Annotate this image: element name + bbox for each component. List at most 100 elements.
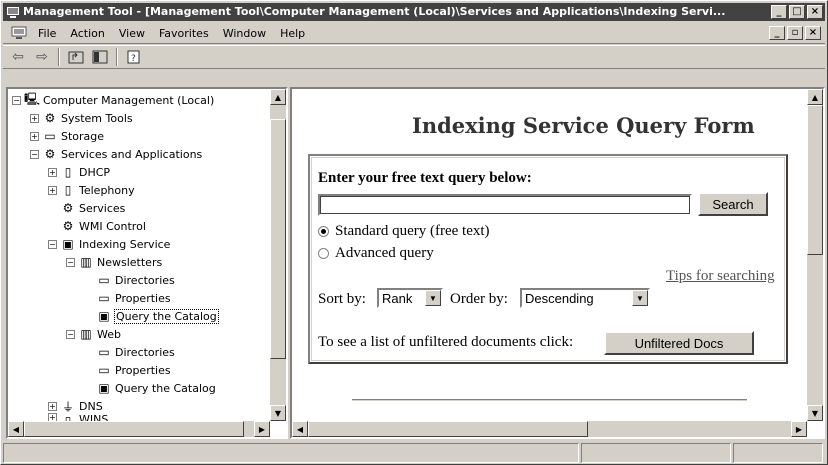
dropdown-arrow-icon[interactable]: ▼ bbox=[632, 290, 648, 306]
radio-selected-icon[interactable] bbox=[318, 226, 329, 237]
tree-item-label: System Tools bbox=[61, 111, 133, 125]
search-button[interactable]: Search bbox=[698, 192, 768, 216]
scroll-thumb[interactable] bbox=[270, 119, 286, 359]
help-button[interactable]: ? bbox=[123, 47, 145, 67]
tree-item-label: Directories bbox=[115, 273, 175, 287]
child-restore-button[interactable]: ▫ bbox=[787, 26, 803, 40]
app-icon bbox=[7, 7, 19, 18]
unfiltered-docs-button[interactable]: Unfiltered Docs bbox=[604, 331, 754, 355]
expand-icon[interactable]: + bbox=[30, 113, 39, 123]
tree-item[interactable]: + ⚙ System Tools bbox=[30, 109, 133, 127]
query-input[interactable] bbox=[318, 194, 692, 216]
tree-item[interactable]: − ▥ Web bbox=[66, 325, 121, 343]
tree-item[interactable]: ⚙ WMI Control bbox=[60, 217, 146, 235]
menu-file[interactable]: File bbox=[31, 27, 63, 40]
gears-icon: ⚙ bbox=[62, 201, 74, 215]
menu-action[interactable]: Action bbox=[63, 27, 111, 40]
expand-icon[interactable]: + bbox=[30, 131, 39, 141]
sort-by-label: Sort by: bbox=[318, 291, 366, 307]
tree-item[interactable]: − ▥ Newsletters bbox=[66, 253, 162, 271]
sort-by-select[interactable]: Rank ▼ bbox=[377, 288, 443, 308]
child-close-button[interactable]: × bbox=[805, 26, 821, 40]
radio-unselected-icon[interactable] bbox=[318, 248, 329, 259]
collapse-icon[interactable]: − bbox=[66, 257, 75, 267]
network-icon: ⏚ bbox=[61, 399, 74, 414]
results-horizontal-scrollbar[interactable]: ◀ ▶ bbox=[292, 421, 807, 437]
tree-item-label: Web bbox=[97, 327, 121, 341]
computer-icon: 🖳 bbox=[24, 91, 41, 106]
menu-help[interactable]: Help bbox=[273, 27, 312, 40]
expand-icon[interactable]: + bbox=[48, 167, 57, 177]
standard-query-radio[interactable]: Standard query (free text) bbox=[318, 223, 490, 240]
tree-item[interactable]: ▭ Properties bbox=[96, 289, 170, 307]
console-tree-pane[interactable]: − 🖳 Computer Management (Local) + ⚙ Syst… bbox=[6, 87, 288, 439]
advanced-query-radio[interactable]: Advanced query bbox=[318, 245, 434, 262]
up-one-level-button[interactable] bbox=[65, 47, 87, 67]
tree-item-label: Query the Catalog bbox=[115, 381, 216, 395]
tree-item[interactable]: + ▯ Telephony bbox=[48, 181, 135, 199]
title-bar[interactable]: Management Tool - [Management Tool\Compu… bbox=[3, 3, 825, 21]
tips-for-searching-link[interactable]: Tips for searching bbox=[666, 268, 775, 285]
folder-icon: ▭ bbox=[98, 363, 110, 377]
order-by-select[interactable]: Descending ▼ bbox=[520, 288, 650, 308]
tree-item[interactable]: − ▣ Indexing Service bbox=[48, 235, 170, 253]
tree-item-label: WINS bbox=[79, 413, 109, 421]
scroll-thumb[interactable] bbox=[24, 421, 244, 437]
status-bar bbox=[3, 443, 825, 463]
expand-icon[interactable]: + bbox=[48, 413, 57, 421]
scroll-thumb[interactable] bbox=[807, 105, 823, 255]
status-panel bbox=[733, 443, 823, 463]
show-hide-tree-button[interactable] bbox=[89, 47, 111, 67]
collapse-icon[interactable]: − bbox=[12, 95, 21, 105]
tree-item[interactable]: − ⚙ Services and Applications bbox=[30, 145, 202, 163]
horizontal-rule bbox=[352, 399, 747, 401]
tree-item[interactable]: ▣ Query the Catalog bbox=[96, 379, 216, 397]
minimize-button[interactable]: _ bbox=[771, 5, 787, 19]
tree-item[interactable]: ▭ Directories bbox=[96, 271, 175, 289]
menu-view[interactable]: View bbox=[112, 27, 152, 40]
scroll-down-arrow-icon[interactable]: ▼ bbox=[270, 405, 286, 421]
scroll-left-arrow-icon[interactable]: ◀ bbox=[292, 421, 308, 437]
tree-item[interactable]: ▭ Directories bbox=[96, 343, 175, 361]
tree-item[interactable]: + ▯ WINS bbox=[48, 413, 108, 421]
back-button[interactable]: ⇦ bbox=[7, 47, 29, 67]
scroll-right-arrow-icon[interactable]: ▶ bbox=[791, 421, 807, 437]
collapse-icon[interactable]: − bbox=[30, 149, 39, 159]
expand-icon[interactable]: + bbox=[48, 185, 57, 195]
console-icon[interactable] bbox=[11, 25, 27, 41]
tree-item-label: Services and Applications bbox=[61, 147, 203, 161]
tree-item[interactable]: + ▯ DHCP bbox=[48, 163, 110, 181]
forward-button[interactable]: ⇨ bbox=[31, 47, 53, 67]
menu-favorites[interactable]: Favorites bbox=[152, 27, 216, 40]
query-form: Enter your free text query below: Search… bbox=[308, 154, 788, 364]
menu-window[interactable]: Window bbox=[216, 27, 273, 40]
results-vertical-scrollbar[interactable]: ▲ ▼ bbox=[807, 89, 823, 421]
scroll-up-arrow-icon[interactable]: ▲ bbox=[807, 89, 823, 105]
scroll-up-arrow-icon[interactable]: ▲ bbox=[270, 89, 286, 105]
dropdown-arrow-icon[interactable]: ▼ bbox=[425, 290, 441, 306]
tree-item[interactable]: ▭ Properties bbox=[96, 361, 170, 379]
tree-horizontal-scrollbar[interactable]: ◀ ▶ bbox=[8, 421, 270, 437]
application-window: Management Tool - [Management Tool\Compu… bbox=[0, 0, 828, 465]
results-pane: Indexing Service Query Form Enter your f… bbox=[290, 87, 825, 439]
scroll-thumb[interactable] bbox=[308, 421, 588, 437]
expand-icon[interactable]: + bbox=[48, 401, 57, 411]
tree-item[interactable]: − 🖳 Computer Management (Local) bbox=[12, 91, 214, 109]
scroll-right-arrow-icon[interactable]: ▶ bbox=[254, 421, 270, 437]
tree-item-label: Directories bbox=[115, 345, 175, 359]
tree-item[interactable]: + ▭ Storage bbox=[30, 127, 104, 145]
collapse-icon[interactable]: − bbox=[66, 329, 75, 339]
toolbar-separator bbox=[116, 48, 118, 66]
scroll-left-arrow-icon[interactable]: ◀ bbox=[8, 421, 24, 437]
child-minimize-button[interactable]: _ bbox=[769, 26, 785, 40]
tree-item[interactable]: ⚙ Services bbox=[60, 199, 126, 217]
scroll-down-arrow-icon[interactable]: ▼ bbox=[807, 405, 823, 421]
sort-by-value: Rank bbox=[382, 290, 413, 306]
tree-vertical-scrollbar[interactable]: ▲ ▼ bbox=[270, 89, 286, 421]
maximize-button[interactable]: □ bbox=[789, 5, 805, 19]
query-icon: ▣ bbox=[98, 309, 110, 323]
close-button[interactable]: × bbox=[807, 5, 823, 19]
tree-item-selected[interactable]: ▣ Query the Catalog bbox=[96, 307, 219, 325]
collapse-icon[interactable]: − bbox=[48, 239, 57, 249]
toolbar-separator bbox=[58, 48, 60, 66]
